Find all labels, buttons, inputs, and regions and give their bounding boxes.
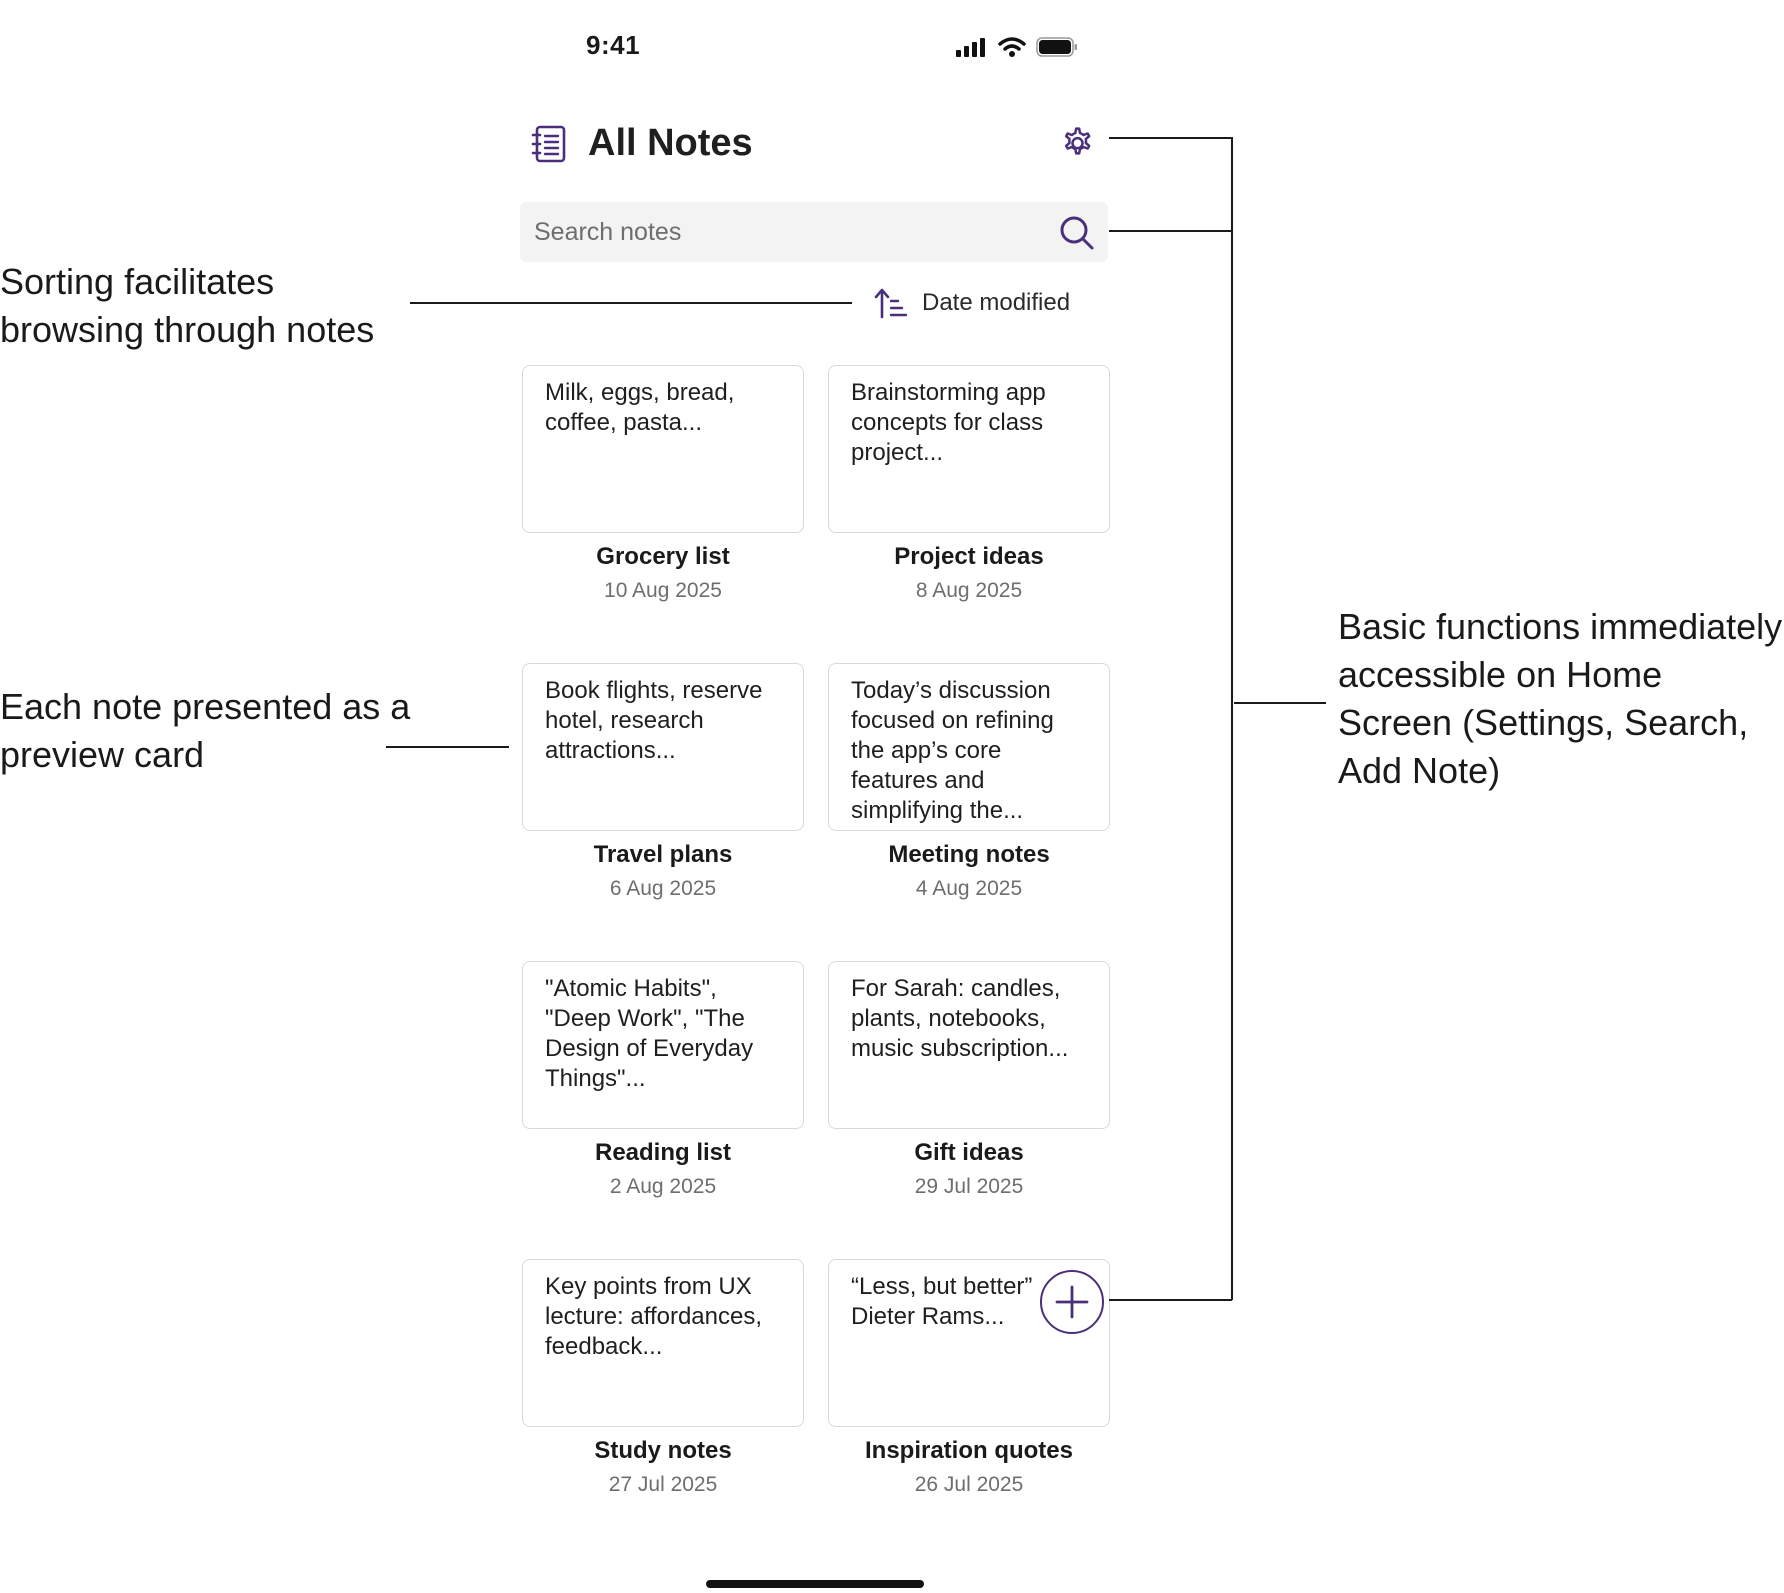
add-note-button[interactable] — [1040, 1270, 1104, 1334]
notebook-icon — [531, 125, 566, 163]
note-date: 2 Aug 2025 — [609, 1175, 717, 1198]
note-title: Grocery list — [596, 543, 730, 570]
search-button[interactable] — [1058, 214, 1096, 252]
note-card[interactable]: "Atomic Habits", "Deep Work", "The Desig… — [522, 961, 804, 1129]
note-item: For Sarah: candles, plants, notebooks, m… — [828, 961, 1110, 1199]
note-card[interactable]: Brainstorming app concepts for class pro… — [828, 365, 1110, 533]
bracket-vertical — [1231, 137, 1233, 1300]
note-item: "Atomic Habits", "Deep Work", "The Desig… — [522, 961, 804, 1199]
search-icon — [1060, 216, 1094, 250]
note-date: 10 Aug 2025 — [604, 579, 722, 602]
annotation-sorting: Sorting facilitates browsing through not… — [0, 261, 375, 350]
note-date: 29 Jul 2025 — [914, 1175, 1024, 1198]
page-title: All Notes — [588, 122, 753, 164]
annotation-line-sorting — [410, 302, 852, 304]
annotation-cards: Each note presented as a preview card — [0, 686, 411, 775]
sort-control[interactable]: Date modified — [874, 287, 1070, 319]
sort-ascending-icon — [874, 288, 908, 319]
note-item: Today’s discussion focused on refining t… — [828, 663, 1110, 901]
bracket-line-settings — [1109, 137, 1232, 139]
note-title: Study notes — [594, 1437, 732, 1464]
note-card[interactable]: Key points from UX lecture: affordances,… — [522, 1259, 804, 1427]
plus-icon — [1055, 1285, 1089, 1319]
search-input[interactable] — [534, 202, 1034, 262]
cellular-signal-icon — [956, 38, 985, 57]
note-card[interactable]: For Sarah: candles, plants, notebooks, m… — [828, 961, 1110, 1129]
note-title: Travel plans — [593, 841, 733, 868]
note-title: Inspiration quotes — [864, 1437, 1073, 1464]
note-item: Book flights, reserve hotel, research at… — [522, 663, 804, 901]
note-date: 8 Aug 2025 — [915, 579, 1023, 602]
home-indicator — [706, 1580, 924, 1588]
note-date: 4 Aug 2025 — [915, 877, 1023, 900]
gear-icon — [1064, 127, 1091, 155]
bracket-line-search — [1109, 230, 1232, 232]
annotation-line-functions — [1234, 702, 1326, 704]
annotation-functions: Basic functions immediately accessible o… — [1338, 606, 1783, 791]
bracket-line-add — [1109, 1299, 1232, 1301]
note-item: Brainstorming app concepts for class pro… — [828, 365, 1110, 603]
note-item: Milk, eggs, bread, coffee, pasta... Groc… — [522, 365, 804, 603]
status-time: 9:41 — [586, 30, 641, 60]
note-title: Reading list — [594, 1139, 732, 1166]
settings-button[interactable] — [1056, 122, 1096, 162]
search-bar — [520, 202, 1108, 262]
note-date: 26 Jul 2025 — [914, 1473, 1024, 1496]
annotation-line-cards — [386, 746, 509, 748]
battery-icon — [1036, 37, 1077, 57]
note-date: 27 Jul 2025 — [608, 1473, 718, 1496]
wifi-icon — [998, 37, 1026, 57]
note-card[interactable]: Book flights, reserve hotel, research at… — [522, 663, 804, 831]
note-card[interactable]: Today’s discussion focused on refining t… — [828, 663, 1110, 831]
note-card[interactable]: Milk, eggs, bread, coffee, pasta... — [522, 365, 804, 533]
status-icons — [956, 36, 1078, 58]
note-title: Project ideas — [894, 543, 1044, 570]
note-title: Meeting notes — [888, 841, 1050, 868]
note-item: Key points from UX lecture: affordances,… — [522, 1259, 804, 1497]
sort-label: Date modified — [922, 289, 1071, 316]
note-date: 6 Aug 2025 — [609, 877, 717, 900]
note-title: Gift ideas — [914, 1139, 1024, 1166]
